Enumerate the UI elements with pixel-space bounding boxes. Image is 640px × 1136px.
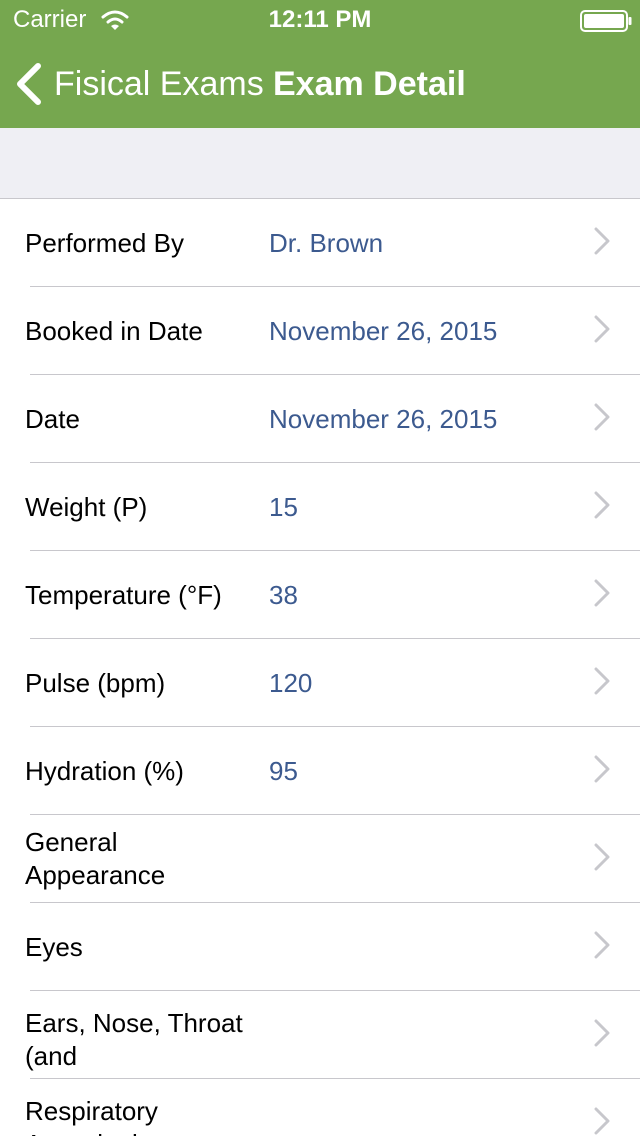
row-label: Temperature (°F)	[25, 579, 222, 610]
battery-icon	[580, 10, 632, 32]
row-label: Booked in Date	[25, 315, 203, 346]
chevron-right-icon	[594, 667, 610, 695]
row-label: Hydration (%)	[25, 755, 184, 786]
top-bar: Carrier 12:11 PM Fisical Exams Exam Deta…	[0, 0, 640, 128]
row-pulse[interactable]: Pulse (bpm) 120	[0, 639, 640, 727]
row-value: 15	[269, 491, 298, 522]
row-date[interactable]: Date November 26, 2015	[0, 375, 640, 463]
page-title: Exam Detail	[273, 65, 466, 103]
back-chevron-icon	[17, 63, 41, 105]
row-label: Date	[25, 403, 80, 434]
section-header	[0, 128, 640, 199]
row-label: Ears, Nose, Throat (and	[25, 1008, 243, 1071]
chevron-right-icon	[594, 1019, 610, 1047]
row-label: Eyes	[25, 931, 83, 962]
row-label: Performed By	[25, 227, 184, 258]
row-value: 38	[269, 579, 298, 610]
row-ears-nose-throat[interactable]: Ears, Nose, Throat (and	[0, 991, 640, 1079]
navigation-bar: Fisical Exams Exam Detail	[0, 40, 640, 128]
row-value: November 26, 2015	[269, 315, 498, 346]
chevron-right-icon	[594, 931, 610, 959]
row-weight[interactable]: Weight (P) 15	[0, 463, 640, 551]
exam-detail-screen: Carrier 12:11 PM Fisical Exams Exam Deta…	[0, 0, 640, 1136]
chevron-right-icon	[594, 403, 610, 431]
row-value: 95	[269, 755, 298, 786]
row-label: General Appearance	[25, 827, 166, 890]
row-hydration[interactable]: Hydration (%) 95	[0, 727, 640, 815]
back-label: Fisical Exams	[54, 65, 264, 103]
status-time: 12:11 PM	[268, 6, 372, 33]
row-label: Respiratory Auscultation	[25, 1096, 167, 1136]
row-general-appearance[interactable]: General Appearance	[0, 815, 640, 903]
row-performed-by[interactable]: Performed By Dr. Brown	[0, 199, 640, 287]
row-value: 120	[269, 667, 313, 698]
chevron-right-icon	[594, 315, 610, 343]
row-label: Weight (P)	[25, 491, 148, 522]
chevron-right-icon	[594, 1107, 610, 1135]
row-booked-in-date[interactable]: Booked in Date November 26, 2015	[0, 287, 640, 375]
row-respiratory-auscultation[interactable]: Respiratory Auscultation	[0, 1079, 640, 1136]
row-eyes[interactable]: Eyes	[0, 903, 640, 991]
chevron-right-icon	[594, 491, 610, 519]
row-value: November 26, 2015	[269, 403, 498, 434]
chevron-right-icon	[594, 579, 610, 607]
exam-detail-list: Performed By Dr. Brown Booked in Date No…	[0, 199, 640, 1136]
status-bar: Carrier 12:11 PM	[0, 0, 640, 40]
chevron-right-icon	[594, 843, 610, 871]
chevron-right-icon	[594, 227, 610, 255]
back-button[interactable]: Fisical Exams	[14, 60, 264, 108]
row-value: Dr. Brown	[269, 227, 384, 258]
row-temperature[interactable]: Temperature (°F) 38	[0, 551, 640, 639]
row-label: Pulse (bpm)	[25, 667, 166, 698]
chevron-right-icon	[594, 755, 610, 783]
